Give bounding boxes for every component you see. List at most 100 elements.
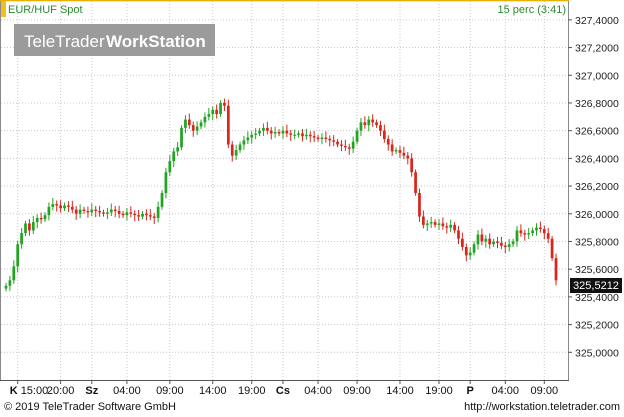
candle-body — [410, 158, 414, 173]
candle-body — [82, 209, 86, 212]
x-day-label: P — [467, 385, 474, 397]
last-value-label: 325,5212 — [573, 280, 619, 292]
candle-body — [308, 134, 312, 137]
candle-body — [398, 150, 402, 153]
footer-url[interactable]: http://workstation.teletrader.com — [464, 401, 620, 413]
y-tick-label: 326,2000 — [575, 181, 619, 193]
candle-body — [496, 241, 499, 243]
candle-body — [242, 140, 246, 145]
candle-body — [234, 150, 238, 156]
x-time-label: 09:00 — [343, 385, 371, 397]
y-tick-label: 325,2000 — [575, 320, 619, 332]
watermark-product: WorkStation — [106, 32, 206, 51]
candle-body — [511, 241, 515, 245]
candle-body — [472, 244, 476, 253]
candle-body — [336, 141, 339, 145]
candle-body — [254, 133, 258, 135]
candle-body — [180, 127, 183, 148]
candle-body — [273, 132, 277, 134]
candle-body — [67, 205, 70, 207]
y-tick-label: 326,8000 — [575, 98, 619, 110]
candle-body — [406, 155, 410, 159]
candle-body — [355, 130, 359, 142]
candle-body — [86, 211, 90, 213]
candle-body — [207, 114, 211, 117]
candle-body — [90, 209, 94, 213]
candle-body — [43, 215, 47, 220]
candle-body — [4, 285, 8, 289]
candle-body — [386, 138, 390, 145]
candle-body — [503, 245, 507, 248]
candle-body — [78, 209, 82, 214]
candle-body — [199, 122, 203, 127]
candle-body — [523, 233, 527, 235]
x-axis: K 15:0020:00 Sz 04:00 09:00 14:00 19:00 Cs 04:00… — [0, 380, 569, 397]
y-tick-label: 325,6000 — [575, 264, 619, 276]
candle-body — [461, 238, 464, 248]
candle-body — [453, 224, 456, 231]
candle-body — [250, 134, 254, 138]
candle-body — [172, 151, 176, 162]
candle-body — [121, 213, 125, 216]
x-day-label: K — [10, 385, 18, 397]
candle-body — [535, 227, 538, 231]
candle-body — [320, 137, 324, 139]
candle-body — [109, 209, 113, 213]
candle-body — [63, 205, 66, 209]
candle-body — [47, 206, 51, 216]
candle-body — [390, 144, 394, 152]
candle-body — [94, 209, 98, 212]
candle-body — [258, 130, 261, 134]
candle-body — [203, 116, 207, 123]
candle-body — [437, 223, 441, 225]
candle-body — [141, 213, 144, 217]
candle-body — [219, 102, 222, 115]
x-time-label: 14:00 — [199, 385, 227, 397]
y-tick-label: 325,4000 — [575, 292, 619, 304]
watermark: TeleTrader WorkStation — [14, 24, 215, 56]
candle-body — [429, 222, 433, 224]
candle-body — [550, 238, 554, 259]
x-day-label: Sz — [85, 385, 98, 397]
candle-body — [394, 150, 398, 152]
candle-body — [402, 152, 406, 156]
candle-body — [445, 226, 449, 228]
y-tick-label: 327,4000 — [575, 15, 619, 27]
y-tick-label: 327,2000 — [575, 43, 619, 55]
candle-body — [160, 193, 164, 207]
refresh-status: 15 perc (3:41) — [498, 4, 566, 16]
candle-body — [542, 229, 546, 234]
x-time-label: 09:00 — [156, 385, 184, 397]
candle-body — [164, 172, 168, 193]
x-time-label: 04:00 — [113, 385, 141, 397]
y-tick-label: 326,6000 — [575, 126, 619, 138]
candle-body — [304, 134, 308, 137]
candle-body — [363, 122, 367, 126]
candle-body — [133, 213, 137, 216]
candle-body — [12, 266, 16, 281]
candle-body — [301, 133, 304, 137]
candle-body — [98, 211, 101, 213]
y-tick-label: 326,0000 — [575, 209, 619, 221]
candle-body — [414, 172, 417, 193]
x-time-label: 19:00 — [238, 385, 266, 397]
candle-body — [39, 217, 43, 220]
candle-body — [137, 215, 140, 217]
candle-body — [347, 147, 351, 149]
candle-body — [297, 133, 300, 135]
candle-body — [191, 125, 195, 131]
candle-body — [375, 122, 378, 126]
candle-body — [59, 205, 62, 209]
candle-body — [184, 119, 187, 128]
candle-body — [262, 127, 265, 131]
candle-body — [527, 233, 531, 235]
candle-body — [125, 212, 129, 216]
candle-body — [277, 132, 281, 134]
x-time-label: 20:00 — [47, 385, 75, 397]
y-tick-label: 327,0000 — [575, 70, 619, 82]
x-day-label: Cs — [276, 385, 290, 397]
candle-body — [51, 204, 55, 207]
symbol-title: EUR/HUF Spot — [8, 4, 83, 16]
candle-body — [464, 247, 468, 256]
footer-copyright: © 2019 TeleTrader Software GmbH — [4, 401, 176, 413]
